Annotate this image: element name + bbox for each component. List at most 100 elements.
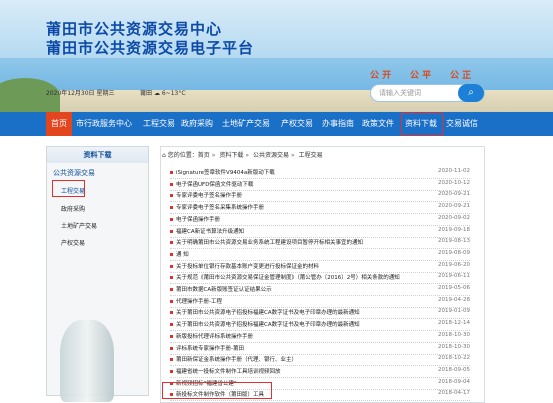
bullet-icon [170,206,173,210]
list-item[interactable]: 专家评委电子签名采集系统操作手册 2020-09-21 [170,203,470,215]
highlight-box-nav [401,113,443,136]
bullet-icon [170,217,173,221]
list-item-date: 2019-06-11 [438,273,470,280]
mazu-statue-image [60,320,114,402]
bullet-icon [170,264,173,268]
list-item-title[interactable]: iSignature签章软件V9404a新版动下载 [176,170,275,176]
magnifier-icon: ⌕ [468,87,474,98]
row-divider [170,400,470,402]
cloud-icon: ☁ [153,90,160,97]
bullet-icon [170,288,173,291]
nav-item-admin-center[interactable]: 市行政服务中心 [76,112,132,136]
list-item-date: 2020-09-21 [438,203,470,210]
list-item[interactable]: 电子保函UFD保函文件驱动下载 2020-10-12 [170,180,470,191]
list-item[interactable]: 关于投标单位银行存款基本账户变更进行投标保证金的材料 2019-06-20 [170,262,470,273]
weather-widget: 莆田 ☁ 6~13°C [140,88,186,97]
bullet-icon [170,334,173,338]
breadcrumb-item[interactable]: 工程交易 [299,152,323,159]
nav-item-policy[interactable]: 政策文件 [362,112,394,136]
list-item-title[interactable]: 关于明确莆田市公共资源交易业务系统工程建设项目暂停开标相关事宜的通知 [176,240,363,246]
home-icon: ⌂ [162,152,166,159]
bullet-icon [170,369,173,373]
list-item-title[interactable]: 评标系统专家操作手册-莆田 [176,346,244,352]
breadcrumb: ⌂ 您的位置：首页» 资料下载» 公共资源交易» 工程交易 [162,152,323,159]
bullet-icon [170,323,173,327]
bullet-icon [170,171,173,174]
list-item-date: 2019-05-06 [438,285,470,291]
bullet-icon [170,358,173,362]
bullet-icon [170,299,173,303]
sidebar-title: 资料下载 [47,147,148,163]
nav-item-engineering[interactable]: 工程交易 [143,112,175,136]
list-item-date: 2018-04-17 [438,390,470,397]
list-item[interactable]: 莆田新保证金系统操作手册（代理、银行、业主） 2018-10-22 [170,355,470,367]
list-item-date: 2018-10-30 [438,343,470,350]
list-item[interactable]: 新版投标代理评标系统操作手册 2018-10-30 [170,332,470,343]
breadcrumb-item[interactable]: 资料下载 [219,152,243,159]
nav-item-home[interactable]: 首页 [46,112,72,136]
list-item[interactable]: 评标系统专家操作手册-莆田 2018-10-30 [170,344,470,355]
list-item-date: 2019-01-09 [438,308,470,315]
list-item[interactable]: 专家评委电子签名操作手册 2020-09-21 [170,191,470,203]
list-item[interactable]: 关于莆田市公共资源电子招投标福建CA数字证书及电子印章办理的最新通知 2019-0… [170,308,470,320]
nav-item-property[interactable]: 产权交易 [281,112,313,136]
list-item-title[interactable]: 莆田市数据CA新版账签证认证结果公示 [176,287,272,293]
list-item-date: 2018-10-22 [438,355,470,362]
breadcrumb-item[interactable]: 公共资源交易 [253,152,289,159]
nav-item-procurement[interactable]: 政府采购 [181,112,213,136]
list-item-date: 2020-10-12 [438,179,470,186]
list-item-title[interactable]: 关于莆田市公共资源电子招投标福建CA数字证书及电子印章办理的最新通知 [176,310,360,316]
site-title: 莆田市公共资源交易中心 [46,20,223,38]
weather-temp: 6~13°C [161,90,186,97]
list-item-title[interactable]: 通 知 [176,252,189,258]
breadcrumb-prefix[interactable]: 您的位置：首页 [168,152,210,159]
list-item-title[interactable]: 电子保函操作手册 [176,217,220,223]
sidebar-item-procurement[interactable]: 政府采购 [61,204,85,213]
list-item[interactable]: 关于规范《莆田市公共资源交易保证金管理制度》（莆公管办〔2016〕2号）相关条款… [170,273,470,285]
list-item-title[interactable]: 电子保函UFD保函文件驱动下载 [176,182,253,188]
sidebar-item-property[interactable]: 产权交易 [61,238,85,247]
list-item-title[interactable]: 关于莆田市公共资源电子招投标福建CA数字证书及电子印章办理的最新通知 [176,322,360,328]
list-item-title[interactable]: 代理操作手册-工程 [176,299,222,305]
list-item-title[interactable]: 福建省统一投标文件制作工具培训视频回放 [176,369,281,375]
bullet-icon [170,182,173,186]
list-item[interactable]: iSignature签章软件V9404a新版动下载 2020-11-02 [170,168,470,179]
list-item-date: 2020-09-21 [438,191,470,198]
list-item[interactable]: 代理操作手册-工程 2019-04-28 [170,297,470,308]
bullet-icon [170,241,173,245]
nav-item-guide[interactable]: 办事指南 [322,112,354,136]
list-item-date: 2019-06-20 [438,261,470,268]
bullet-icon [170,346,173,350]
list-item[interactable]: 关于莆田市公共资源电子招投标福建CA数字证书及电子印章办理的最新通知 2018-1… [170,320,470,332]
sidebar-category[interactable]: 公共资源交易 [53,168,95,178]
search-button[interactable]: ⌕ [458,84,484,102]
bullet-icon [170,311,173,315]
bullet-icon [170,194,173,198]
list-item[interactable]: 莆田市数据CA新版账签证认证结果公示 2019-05-06 [170,285,470,296]
date-text: 2020年12月30日 星期三 [46,90,115,97]
list-item-title[interactable]: 专家评委电子签名采集系统操作手册 [176,205,264,211]
list-item[interactable]: 福建省统一投标文件制作工具培训视频回放 2018-09-05 [170,367,470,378]
list-item-date: 2019-08-09 [438,249,470,256]
list-item-title[interactable]: 关于规范《莆田市公共资源交易保证金管理制度》（莆公管办〔2016〕2号）相关条款… [176,275,400,281]
nav-item-credit[interactable]: 交易诚信 [446,112,478,136]
list-item-title[interactable]: 专家评委电子签名操作手册 [176,193,242,199]
list-item-date: 2020-09-02 [438,214,470,221]
list-item-title[interactable]: 莆田新保证金系统操作手册（代理、银行、业主） [176,357,297,363]
list-item-title[interactable]: 福建CA新证书算法升级通知 [176,229,244,235]
highlight-box-sidebar [52,180,85,197]
highlight-box-last-item [162,382,272,399]
nav-item-land-mineral[interactable]: 土地矿产交易 [222,112,270,136]
list-item[interactable]: 关于明确莆田市公共资源交易业务系统工程建设项目暂停开标相关事宜的通知 2019-0… [170,238,470,250]
list-item-date: 2019-08-13 [438,238,470,245]
list-item[interactable]: 福建CA新证书算法升级通知 2019-09-18 [170,227,470,238]
bullet-icon [170,276,173,280]
list-item-title[interactable]: 新版投标代理评标系统操作手册 [176,334,253,340]
site-subtitle: 莆田市公共资源交易电子平台 [46,39,255,57]
weather-city: 莆田 [140,90,153,97]
slogan-1: 公 开 [370,71,392,81]
list-item[interactable]: 电子保函操作手册 2020-09-02 [170,215,470,226]
sidebar-item-land-mineral[interactable]: 土地矿产交易 [61,221,97,230]
list-item[interactable]: 通 知 2019-08-09 [170,250,470,261]
list-item-title[interactable]: 关于投标单位银行存款基本账户变更进行投标保证金的材料 [176,264,319,270]
